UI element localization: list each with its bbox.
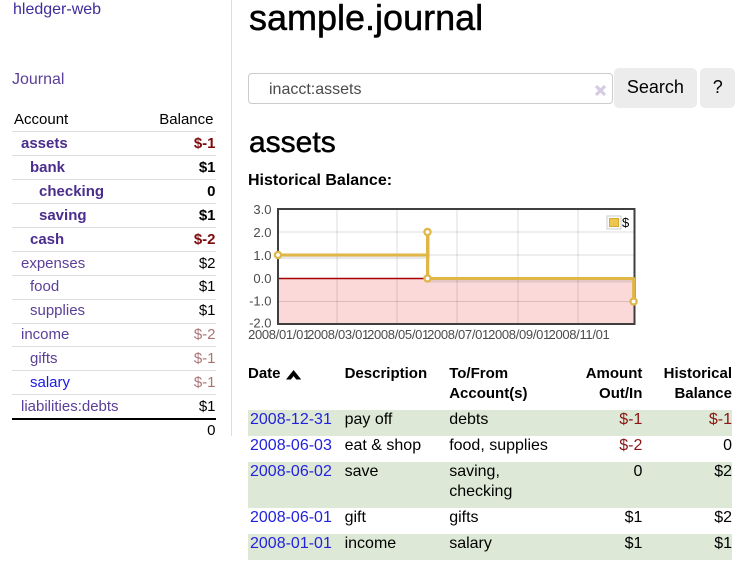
svg-text:$: $ [622, 215, 630, 230]
svg-text:2008/05/01: 2008/05/01 [367, 327, 429, 342]
svg-text:3.0: 3.0 [253, 202, 271, 217]
svg-text:2.0: 2.0 [253, 225, 271, 240]
svg-text:2008/03/01: 2008/03/01 [307, 327, 369, 342]
svg-text:1.0: 1.0 [253, 248, 271, 263]
svg-text:2008/09/01: 2008/09/01 [488, 327, 550, 342]
svg-text:0.0: 0.0 [253, 271, 271, 286]
svg-text:2008/01/01: 2008/01/01 [248, 327, 310, 342]
svg-text:2008/07/01: 2008/07/01 [427, 327, 489, 342]
svg-text:-1.0: -1.0 [249, 293, 271, 308]
svg-text:2008/11/01: 2008/11/01 [549, 327, 610, 342]
